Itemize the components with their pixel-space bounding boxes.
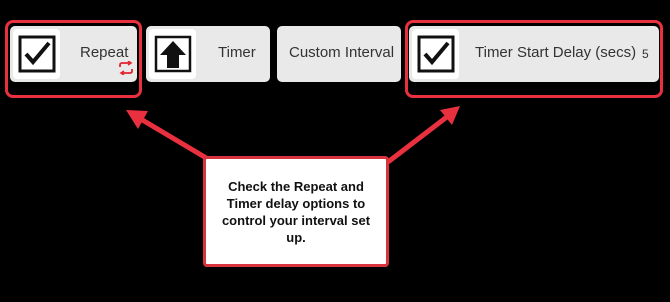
callout-text: Check the Repeat and Timer delay options… [221, 178, 371, 245]
arrow-to-repeat [132, 112, 215, 165]
instruction-callout: Check the Repeat and Timer delay options… [203, 156, 389, 267]
arrow-to-timer-delay [386, 111, 454, 164]
